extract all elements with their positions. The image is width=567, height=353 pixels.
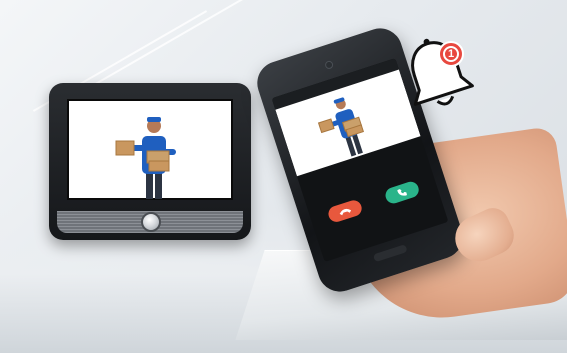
- delivery-person-image: [115, 117, 176, 199]
- notification-count: 1: [443, 46, 459, 62]
- home-indicator[interactable]: [372, 244, 408, 263]
- decline-call-button[interactable]: [326, 198, 364, 224]
- notification-badge: 1: [438, 41, 464, 67]
- phone-icon: [397, 189, 407, 196]
- bell-icon: [411, 38, 474, 106]
- answer-call-button[interactable]: [383, 179, 421, 206]
- camera-icon: [324, 59, 335, 70]
- monitor-screen: [67, 99, 233, 200]
- monitor-home-button[interactable]: [141, 212, 161, 232]
- phone-hangup-icon: [339, 208, 352, 216]
- doorbell-monitor: [49, 83, 251, 240]
